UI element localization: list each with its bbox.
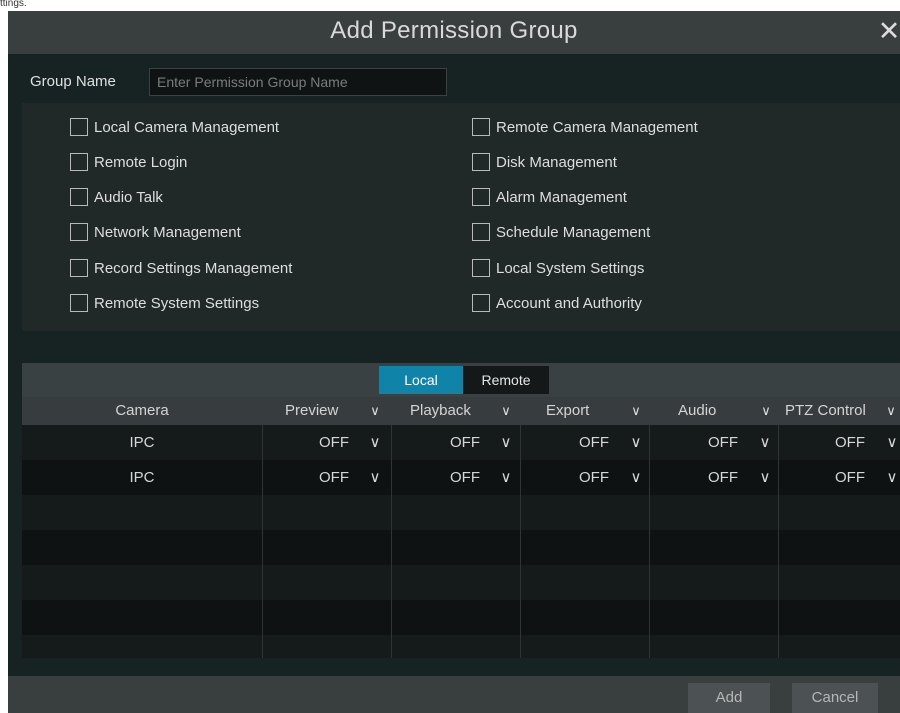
column-header-playback: Playback ∨ (392, 397, 520, 425)
column-divider (262, 425, 263, 658)
dialog-titlebar: Add Permission Group ✕ (8, 11, 900, 54)
column-header-audio: Audio ∨ (650, 397, 778, 425)
table-header: Camera Preview ∨ Playback ∨ Export ∨ Aud… (22, 397, 900, 425)
permission-disk-management[interactable]: Disk Management (472, 151, 617, 173)
permission-audio-talk[interactable]: Audio Talk (70, 186, 163, 208)
empty-table-row (22, 565, 900, 600)
audio-select[interactable]: OFF (650, 425, 738, 460)
table-row: IPC OFF ∨ OFF ∨ OFF ∨ OFF ∨ OFF ∨ (22, 425, 900, 460)
column-header-export: Export ∨ (521, 397, 649, 425)
permission-schedule-management[interactable]: Schedule Management (472, 221, 650, 243)
cancel-button[interactable]: Cancel (792, 683, 878, 713)
checkbox[interactable] (472, 294, 490, 312)
preview-select[interactable]: OFF (263, 425, 349, 460)
empty-table-row (22, 530, 900, 565)
ptz-select[interactable]: OFF (779, 425, 865, 460)
chevron-down-icon[interactable]: ∨ (628, 397, 644, 425)
preview-select[interactable]: OFF (263, 460, 349, 495)
page-caption: ttings. (0, 0, 27, 9)
chevron-down-icon[interactable]: ∨ (757, 425, 773, 460)
checkbox[interactable] (472, 259, 490, 277)
checkbox[interactable] (70, 259, 88, 277)
column-divider (391, 425, 392, 658)
audio-select[interactable]: OFF (650, 460, 738, 495)
permission-account-and-authority[interactable]: Account and Authority (472, 292, 642, 314)
column-header-preview: Preview ∨ (263, 397, 391, 425)
dialog-title: Add Permission Group (330, 17, 578, 44)
chevron-down-icon[interactable]: ∨ (498, 460, 514, 495)
checkbox[interactable] (472, 153, 490, 171)
tab-local[interactable]: Local (379, 366, 463, 394)
chevron-down-icon[interactable]: ∨ (628, 460, 644, 495)
checkbox[interactable] (472, 118, 490, 136)
empty-table-row (22, 600, 900, 635)
checkbox[interactable] (70, 294, 88, 312)
playback-select[interactable]: OFF (392, 460, 480, 495)
table-row: IPC OFF ∨ OFF ∨ OFF ∨ OFF ∨ OFF ∨ (22, 460, 900, 495)
checkbox[interactable] (70, 188, 88, 206)
chevron-down-icon[interactable]: ∨ (757, 460, 773, 495)
tab-bar: Local Remote (22, 363, 900, 397)
chevron-down-icon[interactable]: ∨ (883, 397, 899, 425)
column-divider (649, 425, 650, 658)
chevron-down-icon[interactable]: ∨ (367, 397, 383, 425)
column-header-ptz-control: PTZ Control ∨ (779, 397, 900, 425)
permission-remote-camera-management[interactable]: Remote Camera Management (472, 116, 698, 138)
chevron-down-icon[interactable]: ∨ (367, 425, 383, 460)
permission-local-camera-management[interactable]: Local Camera Management (70, 116, 279, 138)
tab-remote[interactable]: Remote (463, 366, 549, 394)
camera-cell: IPC (129, 434, 155, 451)
permission-table: Local Remote Camera Preview ∨ Playback ∨… (22, 363, 900, 658)
chevron-down-icon[interactable]: ∨ (884, 425, 900, 460)
ptz-select[interactable]: OFF (779, 460, 865, 495)
empty-table-row (22, 495, 900, 530)
empty-table-row (22, 635, 900, 658)
permission-record-settings-management[interactable]: Record Settings Management (70, 257, 292, 279)
permission-alarm-management[interactable]: Alarm Management (472, 186, 627, 208)
group-name-input[interactable] (149, 68, 447, 96)
column-divider (778, 425, 779, 658)
permission-remote-system-settings[interactable]: Remote System Settings (70, 292, 259, 314)
add-permission-group-dialog: Add Permission Group ✕ Group Name Local … (8, 11, 900, 713)
export-select[interactable]: OFF (521, 460, 609, 495)
permissions-panel: Local Camera Management Remote Login Aud… (22, 103, 900, 331)
checkbox[interactable] (472, 188, 490, 206)
chevron-down-icon[interactable]: ∨ (498, 397, 514, 425)
permission-remote-login[interactable]: Remote Login (70, 151, 187, 173)
checkbox[interactable] (472, 223, 490, 241)
permission-network-management[interactable]: Network Management (70, 221, 241, 243)
chevron-down-icon[interactable]: ∨ (628, 425, 644, 460)
playback-select[interactable]: OFF (392, 425, 480, 460)
export-select[interactable]: OFF (521, 425, 609, 460)
camera-cell: IPC (129, 469, 155, 486)
chevron-down-icon[interactable]: ∨ (758, 397, 774, 425)
chevron-down-icon[interactable]: ∨ (498, 425, 514, 460)
checkbox[interactable] (70, 153, 88, 171)
chevron-down-icon[interactable]: ∨ (367, 460, 383, 495)
column-divider (520, 425, 521, 658)
group-name-label: Group Name (30, 73, 116, 90)
chevron-down-icon[interactable]: ∨ (884, 460, 900, 495)
checkbox[interactable] (70, 118, 88, 136)
close-icon[interactable]: ✕ (874, 13, 900, 49)
permission-local-system-settings[interactable]: Local System Settings (472, 257, 644, 279)
column-header-camera: Camera (115, 402, 169, 419)
checkbox[interactable] (70, 223, 88, 241)
add-button[interactable]: Add (688, 683, 770, 713)
